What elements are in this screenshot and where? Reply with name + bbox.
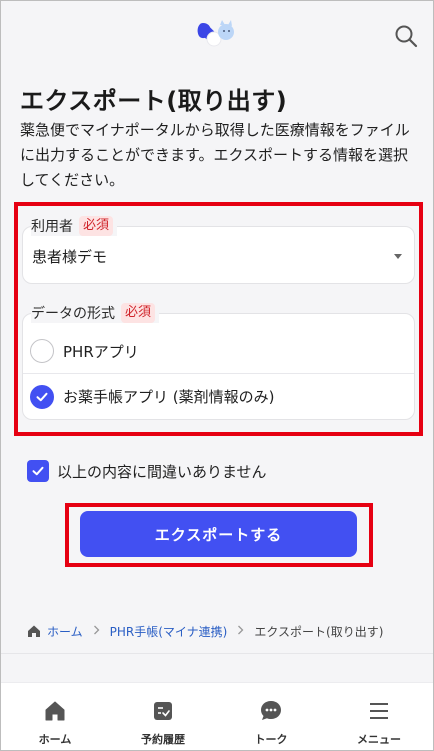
home-icon — [43, 699, 67, 723]
menu-icon — [367, 699, 391, 723]
nav-label: 予約履歴 — [141, 733, 185, 746]
bottom-nav: ホーム 予約履歴 トーク メニュー — [1, 682, 433, 750]
reservation-history-icon — [151, 699, 175, 723]
divider — [1, 653, 433, 654]
nav-label: ホーム — [38, 733, 72, 746]
nav-label: メニュー — [357, 733, 401, 746]
chat-icon — [259, 699, 283, 723]
app-frame: エクスポート(取り出す) 薬急便でマイナポータルから取得した医療情報をファイルに… — [0, 0, 434, 751]
breadcrumb-phr-link[interactable]: PHR手帳(マイナ連携) — [110, 623, 228, 640]
breadcrumb: ホーム PHR手帳(マイナ連携) エクスポート(取り出す) — [27, 621, 383, 641]
nav-item-talk[interactable]: トーク — [217, 683, 325, 750]
nav-item-menu[interactable]: メニュー — [325, 683, 433, 750]
confirm-label: 以上の内容に間違いありません — [57, 462, 267, 481]
chevron-right-icon — [237, 625, 244, 638]
breadcrumb-current: エクスポート(取り出す) — [254, 624, 384, 639]
chevron-right-icon — [93, 625, 100, 638]
export-button[interactable]: エクスポートする — [80, 511, 357, 557]
nav-item-home[interactable]: ホーム — [1, 683, 109, 750]
app-logo-icon[interactable] — [197, 19, 241, 49]
confirm-checkbox-row[interactable]: 以上の内容に間違いありません — [27, 460, 267, 482]
nav-item-reservation-history[interactable]: 予約履歴 — [109, 683, 217, 750]
home-icon[interactable] — [27, 624, 41, 638]
breadcrumb-home-link[interactable]: ホーム — [47, 623, 83, 640]
checkbox-checked-icon[interactable] — [27, 460, 49, 482]
form-highlight-frame — [14, 202, 423, 436]
nav-label: トーク — [254, 733, 288, 746]
search-icon[interactable] — [391, 21, 421, 51]
page-title: エクスポート(取り出す) — [20, 87, 288, 115]
page-description: 薬急便でマイナポータルから取得した医療情報をファイルに出力することができます。エ… — [20, 121, 410, 189]
header — [1, 1, 433, 69]
